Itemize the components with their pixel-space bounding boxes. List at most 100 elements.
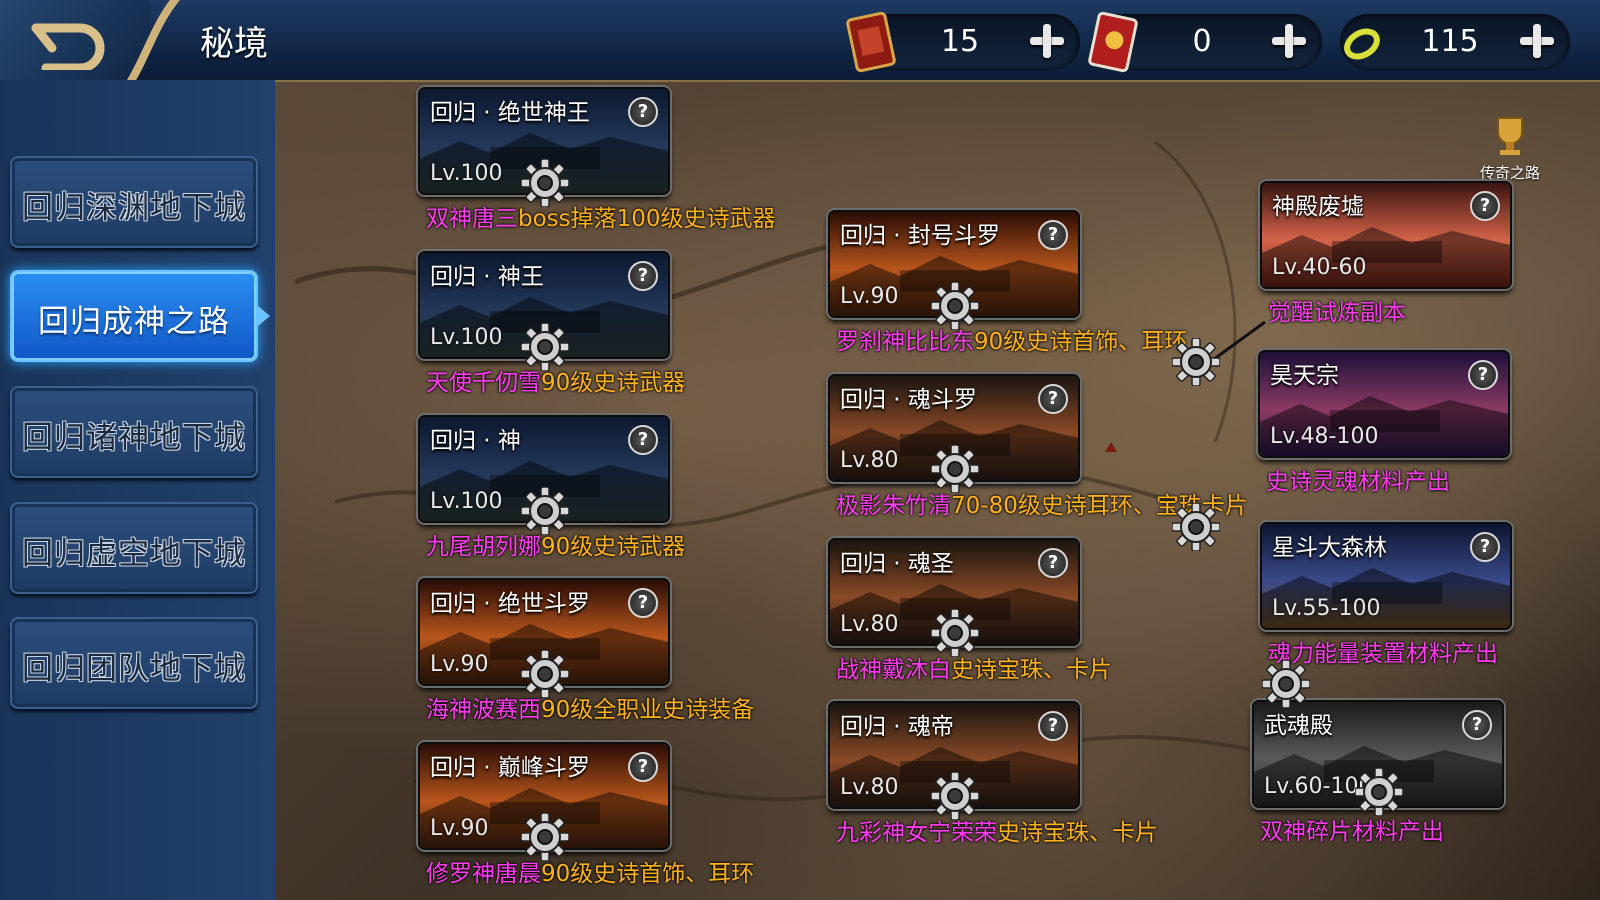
gear-icon	[520, 649, 570, 699]
dungeon-boss-name: 天使千仞雪	[426, 370, 541, 396]
gear-lock-icon	[930, 444, 980, 494]
help-icon[interactable]: ?	[1038, 384, 1068, 414]
help-icon[interactable]: ?	[1468, 360, 1498, 390]
dungeon-description: 修罗神唐晨90级史诗首饰、耳环	[426, 854, 754, 888]
gear-lock-icon	[930, 608, 980, 658]
currency-scroll-value: 0	[1192, 24, 1212, 59]
help-icon[interactable]: ?	[1038, 711, 1068, 741]
dungeon-level: Lv.90	[430, 816, 489, 841]
map-node-gear-icon	[1171, 337, 1221, 387]
legend-road-button[interactable]: 传奇之路	[1470, 112, 1550, 183]
dungeon-reward-text: 90级史诗武器	[541, 370, 686, 396]
gold-ring-coin-icon	[1344, 28, 1380, 60]
sidebar-item-label: 回归诸神地下城	[22, 420, 246, 456]
gear-icon	[930, 771, 980, 821]
dungeon-reward-text: 90级史诗首饰、耳环	[541, 861, 755, 887]
dungeon-boss-name: 双神唐三	[426, 206, 518, 232]
red-scroll-book-icon	[1088, 11, 1138, 73]
gear-lock-icon	[1354, 767, 1404, 817]
gear-icon	[930, 608, 980, 658]
help-icon[interactable]: ?	[1038, 220, 1068, 250]
help-icon[interactable]: ?	[1038, 548, 1068, 578]
legend-trophy-icon	[1497, 117, 1523, 155]
sidebar-item-label: 回归团队地下城	[22, 651, 246, 687]
dungeon-description: 双神碎片材料产出	[1260, 812, 1444, 846]
help-icon[interactable]: ?	[628, 588, 658, 618]
dungeon-level: Lv.80	[840, 775, 899, 800]
dungeon-reward-text: 史诗宝珠、卡片	[951, 657, 1112, 683]
dungeon-name: 回归 · 魂帝	[840, 714, 954, 740]
add-scroll-button[interactable]	[1266, 18, 1312, 64]
sidebar-item-gods-dungeon[interactable]: 回归诸神地下城	[10, 386, 258, 478]
dungeon-reward-text: 觉醒试炼副本	[1268, 300, 1406, 326]
gear-lock-icon	[930, 771, 980, 821]
add-ticket-button[interactable]	[1024, 18, 1070, 64]
gear-lock-icon	[520, 486, 570, 536]
dungeon-name: 回归 · 封号斗罗	[840, 223, 1000, 249]
add-coin-button[interactable]	[1514, 18, 1560, 64]
dungeon-level: Lv.100	[430, 161, 503, 186]
dungeon-level: Lv.90	[840, 284, 899, 309]
red-ticket-book-icon	[846, 11, 896, 73]
gear-icon	[1261, 659, 1311, 709]
dungeon-reward-text: 双神碎片材料产出	[1260, 819, 1444, 845]
page-title: 秘境	[200, 24, 268, 64]
sidebar-item-team-dungeon[interactable]: 回归团队地下城	[10, 617, 258, 709]
dungeon-boss-name: 罗刹神比比东	[836, 329, 974, 355]
currency-coin-value: 115	[1421, 24, 1479, 59]
help-icon[interactable]: ?	[1462, 710, 1492, 740]
dungeon-level: Lv.80	[840, 612, 899, 637]
help-icon[interactable]: ?	[628, 425, 658, 455]
sidebar-item-path-to-godhood[interactable]: 回归成神之路	[10, 270, 270, 362]
gear-icon	[520, 322, 570, 372]
sidebar-item-label: 回归深渊地下城	[22, 190, 246, 226]
dungeon-thumbnail: 昊天宗 Lv.48-100 ?	[1258, 350, 1510, 458]
dungeon-card[interactable]: 星斗大森林 Lv.55-100 ? 魂力能量装置材料产出	[1260, 522, 1512, 667]
help-icon[interactable]: ?	[628, 752, 658, 782]
help-icon[interactable]: ?	[628, 97, 658, 127]
sidebar-item-void-dungeon[interactable]: 回归虚空地下城	[10, 502, 258, 594]
help-icon[interactable]: ?	[1470, 532, 1500, 562]
dungeon-description: 觉醒试炼副本	[1268, 293, 1406, 327]
legend-road-label: 传奇之路	[1479, 164, 1540, 182]
dungeon-reward-text: 史诗宝珠、卡片	[997, 820, 1158, 846]
dungeon-level: Lv.80	[840, 448, 899, 473]
dungeon-reward-text: 90级史诗武器	[541, 534, 686, 560]
dungeon-name: 回归 · 神王	[430, 264, 544, 290]
gear-lock-icon	[520, 158, 570, 208]
dungeon-name: 神殿废墟	[1272, 194, 1364, 220]
dungeon-reward-text: 史诗灵魂材料产出	[1266, 469, 1450, 495]
dungeon-level: Lv.48-100	[1270, 424, 1379, 449]
dungeon-level: Lv.55-100	[1272, 596, 1381, 621]
dungeon-name: 昊天宗	[1270, 363, 1339, 389]
dungeon-name: 武魂殿	[1264, 713, 1333, 739]
dungeon-name: 回归 · 魂圣	[840, 551, 954, 577]
dungeon-reward-text: 90级全职业史诗装备	[541, 697, 755, 723]
gear-icon	[520, 486, 570, 536]
dungeon-boss-name: 九彩神女宁荣荣	[836, 820, 997, 846]
help-icon[interactable]: ?	[1470, 191, 1500, 221]
dungeon-name: 回归 · 神	[430, 428, 521, 454]
dungeon-name: 回归 · 绝世神王	[430, 100, 590, 126]
gear-lock-icon	[520, 649, 570, 699]
dungeon-boss-name: 九尾胡列娜	[426, 534, 541, 560]
gear-icon	[1171, 502, 1221, 552]
top-bar: 秘境 15 0 115	[0, 0, 1600, 99]
sidebar-item-label: 回归虚空地下城	[22, 536, 246, 572]
help-icon[interactable]: ?	[628, 261, 658, 291]
dungeon-boss-name: 修罗神唐晨	[426, 861, 541, 887]
dungeon-level: Lv.40-60	[1272, 255, 1367, 280]
dungeon-description: 九彩神女宁荣荣史诗宝珠、卡片	[836, 813, 1158, 847]
sidebar-item-abyss-dungeon[interactable]: 回归深渊地下城	[10, 156, 258, 248]
back-arrow-icon	[31, 23, 105, 70]
map-node-gear-icon	[1261, 659, 1311, 709]
dungeon-name: 回归 · 绝世斗罗	[430, 591, 590, 617]
dungeon-card[interactable]: 昊天宗 Lv.48-100 ? 史诗灵魂材料产出	[1258, 350, 1510, 495]
dungeon-level: Lv.90	[430, 652, 489, 677]
currency-ticket: 15	[846, 11, 1080, 73]
gear-icon	[930, 444, 980, 494]
dungeon-name: 回归 · 魂斗罗	[840, 387, 977, 413]
dungeon-card[interactable]: 神殿废墟 Lv.40-60 ? 觉醒试炼副本	[1260, 181, 1512, 326]
dungeon-thumbnail: 神殿废墟 Lv.40-60 ?	[1260, 181, 1512, 289]
dungeon-description: 史诗灵魂材料产出	[1266, 462, 1450, 496]
